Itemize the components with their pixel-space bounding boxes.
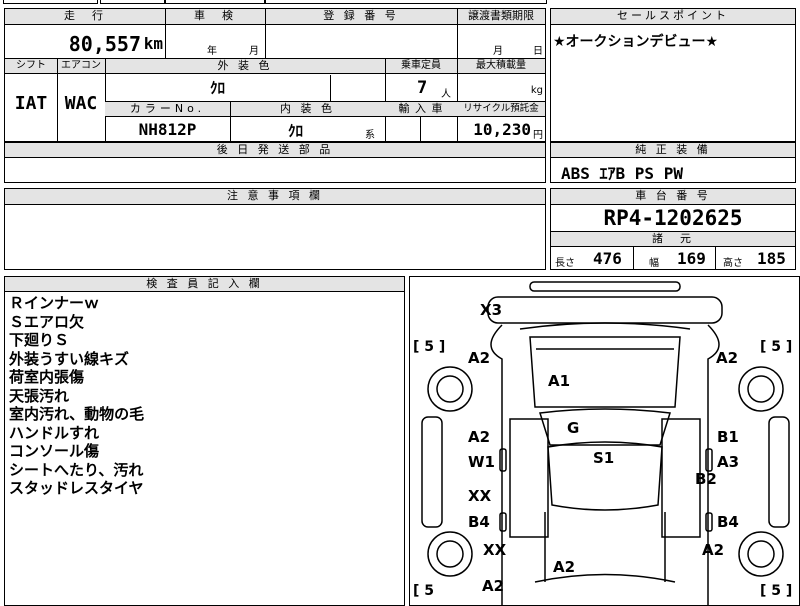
inspection-cell: 年 月 xyxy=(165,26,265,58)
inspector-note: 下廻りＳ xyxy=(9,331,70,349)
max-load-header: 最大積載量 xyxy=(457,59,545,74)
max-load-unit: kg xyxy=(530,85,543,96)
inspection-year-label: 年 xyxy=(207,46,217,57)
mark-left-fender-xx: XX xyxy=(483,541,507,559)
inspector-note: 室内汚れ、動物の毛 xyxy=(9,405,145,423)
inspector-note: 外装うすい線キズ xyxy=(9,349,130,368)
transfer-deadline-header: 譲渡書類期限 xyxy=(457,9,545,25)
mark-left-rear-quarter: A2 xyxy=(468,349,491,367)
capacity-unit: 人 xyxy=(441,89,451,100)
inspector-note: ハンドルすれ xyxy=(9,423,100,442)
tire-left-rear: [ 5 xyxy=(413,583,435,599)
inspector-header: 検 査 員 記 入 欄 xyxy=(5,277,404,292)
height-label: 高さ xyxy=(723,258,743,269)
max-load-cell: kg xyxy=(457,76,545,100)
transfer-month-label: 月 xyxy=(493,46,503,57)
transfer-day-label: 日 xyxy=(533,46,543,57)
tire-left-front: [ 5 ] xyxy=(413,339,446,355)
recycle-header: リサイクル預託金 xyxy=(457,102,545,117)
mark-roof-glass: G xyxy=(567,419,580,437)
standard-equipment-text: ABS ｴｱB PS PW xyxy=(561,164,683,183)
caution-box: 注 意 事 項 欄 xyxy=(4,188,546,270)
top-strip xyxy=(0,0,800,5)
registration-header: 登 録 番 号 xyxy=(265,9,457,25)
inspector-note: Ｒインナーｗ xyxy=(9,294,100,312)
width-value: 169 xyxy=(677,249,706,268)
recycle-unit: 円 xyxy=(533,130,543,141)
inspection-month-label: 月 xyxy=(249,46,259,57)
interior-color-suffix: 系 xyxy=(365,130,375,141)
mark-right-rear-door-a: A3 xyxy=(717,453,740,471)
standard-equipment-header: 純 正 装 備 xyxy=(551,143,795,158)
tire-right-rear: [ 5 ] xyxy=(760,583,793,599)
chassis-box: 車 台 番 号 RP4-1202625 諸 元 長さ 476 幅 169 高さ … xyxy=(550,188,796,270)
vehicle-diagram: [ 5 ] [ 5 ] [ 5 [ 5 ] X3 A2 A2 A1 G A2 W… xyxy=(409,276,800,606)
interior-color-cell: ｸﾛ 系 xyxy=(230,118,385,141)
inspector-note: シートへたり、汚れ xyxy=(9,460,144,479)
chassis-value: RP4-1202625 xyxy=(603,206,743,230)
post-delivery-header: 後 日 発 送 部 品 xyxy=(5,143,545,158)
length-label: 長さ xyxy=(555,258,575,269)
caution-header: 注 意 事 項 欄 xyxy=(5,189,545,205)
exterior-color-header: 外 装 色 xyxy=(105,59,385,74)
aircon-header: エアコン xyxy=(57,59,105,74)
inspector-note: スタッドレスタイヤ xyxy=(9,479,144,497)
mileage-unit: km xyxy=(143,34,163,53)
inspector-note: 天張汚れ xyxy=(9,386,70,405)
aircon-value: WAC xyxy=(64,93,98,114)
capacity-header: 乗車定員 xyxy=(385,59,457,74)
inspector-note: Ｓエアロ欠 xyxy=(9,312,85,331)
mark-left-front-door-xx: XX xyxy=(468,487,492,505)
mark-left-rear-door-a: A2 xyxy=(468,428,491,446)
inspector-box: 検 査 員 記 入 欄 Ｒインナーｗ Ｓエアロ欠 下廻りＳ 外装うすい線キズ 荷… xyxy=(4,276,405,606)
sales-point-box: セールスポイント ★オークションデビュー★ xyxy=(550,8,796,142)
mark-right-rear-quarter: A2 xyxy=(716,349,739,367)
spec-table: 走 行 車 検 登 録 番 号 譲渡書類期限 80,557 km 年 月 月 日… xyxy=(4,8,546,142)
recycle-value: 10,230 xyxy=(473,120,531,139)
chassis-header: 車 台 番 号 xyxy=(551,189,795,205)
sales-point-text: ★オークションデビュー★ xyxy=(553,34,719,50)
capacity-value: 7 xyxy=(417,78,428,98)
standard-equipment-box: 純 正 装 備 ABS ｴｱB PS PW xyxy=(550,142,796,183)
length-value: 476 xyxy=(593,249,622,268)
mileage-cell: 80,557 km xyxy=(5,26,165,58)
recycle-cell: 10,230 円 xyxy=(457,118,545,141)
mark-seat-area: S1 xyxy=(593,449,615,467)
shift-value: IAT xyxy=(14,93,48,114)
sales-point-header: セールスポイント xyxy=(551,9,795,25)
inspector-notes: Ｒインナーｗ Ｓエアロ欠 下廻りＳ 外装うすい線キズ 荷室内張傷 天張汚れ 室内… xyxy=(9,294,144,498)
mileage-header: 走 行 xyxy=(5,9,165,25)
post-delivery-box: 後 日 発 送 部 品 xyxy=(4,142,546,183)
interior-color-header: 内 装 色 xyxy=(230,102,385,117)
mark-right-side-b2: B2 xyxy=(695,470,717,488)
mark-left-rear-door-w: W1 xyxy=(468,453,495,471)
import-header: 輸 入 車 xyxy=(385,102,457,117)
shift-header: シフト xyxy=(5,59,57,74)
mark-right-front-door-b4: B4 xyxy=(717,513,739,531)
mark-hood-a2: A2 xyxy=(553,558,576,576)
exterior-color-value: ｸﾛ xyxy=(209,79,225,97)
mark-left-front-door-b4: B4 xyxy=(468,513,490,531)
color-no-header: カラーNo. xyxy=(105,102,230,117)
inspector-note: コンソール傷 xyxy=(9,442,100,460)
height-value: 185 xyxy=(757,249,786,268)
transfer-deadline-cell: 月 日 xyxy=(457,26,545,58)
capacity-cell: 7 人 xyxy=(385,76,457,100)
width-label: 幅 xyxy=(649,258,659,269)
mark-roof-rear: A1 xyxy=(548,372,571,390)
mileage-value: 80,557 xyxy=(68,32,141,56)
tire-right-front: [ 5 ] xyxy=(760,339,793,355)
mark-front-left-a2: A2 xyxy=(482,577,505,595)
mark-right-fender-a2: A2 xyxy=(702,541,725,559)
mark-rear-bumper: X3 xyxy=(480,301,503,319)
mark-right-rear-door-b: B1 xyxy=(717,428,739,446)
specs-header: 諸 元 xyxy=(551,232,795,247)
inspection-header: 車 検 xyxy=(165,9,265,25)
inspector-note: 荷室内張傷 xyxy=(9,368,85,386)
interior-color-value: ｸﾛ xyxy=(288,122,304,140)
color-no-value: NH812P xyxy=(138,120,197,139)
